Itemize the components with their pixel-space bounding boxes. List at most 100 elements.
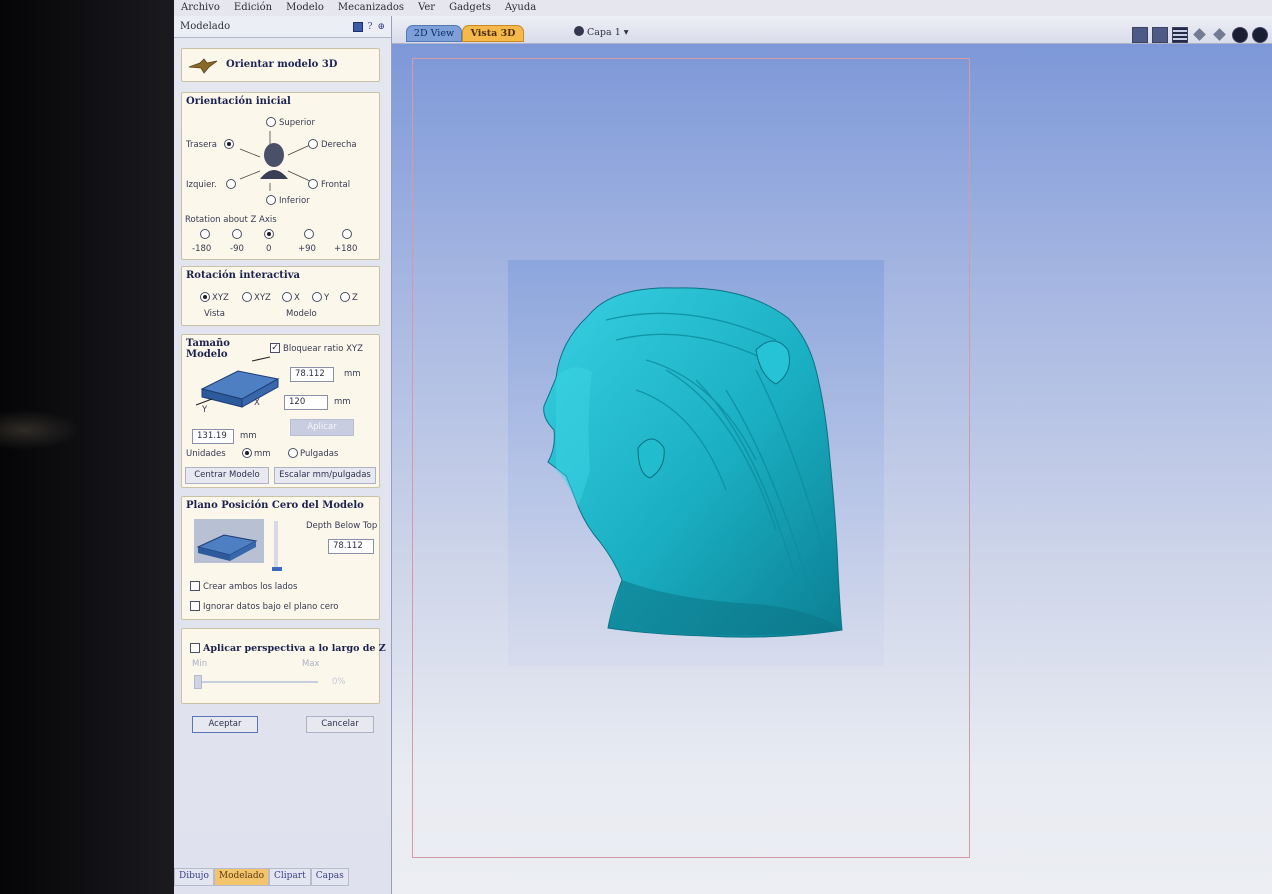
label-superior: Superior [279,118,315,128]
radio-rot-plus180[interactable] [342,229,352,239]
tab-dibujo[interactable]: Dibujo [174,868,214,886]
ignore-below-zero-label: Ignorar datos bajo el plano cero [203,602,339,612]
accept-button[interactable]: Aceptar [192,716,258,733]
zoom-fit-icon[interactable] [1132,27,1148,43]
modeling-panel: Modelado ? ⊕ Orientar modelo 3D Orientac… [174,16,392,894]
y-unit-label: mm [334,397,351,407]
depth-slider-track[interactable] [274,521,278,571]
radio-rot-minus90[interactable] [232,229,242,239]
head-thumbnail-icon [260,143,288,179]
panel-header: Modelado ? ⊕ [174,16,391,38]
label-modelo: Modelo [286,309,317,319]
radio-interactive-xyz-model[interactable] [242,292,252,302]
layer-selector[interactable]: Capa 1 ▾ [574,26,629,38]
3d-head-model[interactable] [526,280,856,650]
radio-interactive-y[interactable] [312,292,322,302]
radio-interactive-xyz-view[interactable] [200,292,210,302]
interactive-rotation-box: Rotación interactiva XYZ XYZ X Y Z Vista… [181,266,380,326]
center-model-button[interactable]: Centrar Modelo [185,467,269,484]
lock-ratio-checkbox[interactable]: ✓ [270,343,280,353]
shading-icon[interactable] [1212,27,1228,43]
z-size-field[interactable]: 78.112 [290,367,334,382]
axis-y-label: Y [202,405,208,415]
apply-size-button[interactable]: Aplicar [290,419,354,436]
menu-modelo[interactable]: Modelo [279,0,331,16]
tab-3d-view[interactable]: Vista 3D [462,25,524,42]
tab-clipart[interactable]: Clipart [269,868,311,886]
depth-below-top-label: Depth Below Top [306,521,378,531]
model-size-box: Tamaño Modelo ✓ Bloquear ratio XYZ Y X 7… [181,334,380,488]
app-window: Archivo Edición Modelo Mecanizados Ver G… [174,0,1272,894]
view-split-icon[interactable] [1152,27,1168,43]
menu-archivo[interactable]: Archivo [174,0,227,16]
menu-edicion[interactable]: Edición [227,0,279,16]
interactive-rotation-title: Rotación interactiva [186,270,300,281]
perspective-slider-handle[interactable] [194,675,202,689]
perspective-max-label: Max [302,659,320,669]
menu-mecanizados[interactable]: Mecanizados [331,0,411,16]
radio-rot-0[interactable] [264,229,274,239]
label-interactive-xyz-view: XYZ [212,293,229,303]
scale-units-button[interactable]: Escalar mm/pulgadas [274,467,376,484]
zoom-in-icon[interactable] [1232,27,1248,43]
menu-ver[interactable]: Ver [411,0,442,16]
perspective-value: 0% [332,677,346,687]
units-label: Unidades [186,449,226,459]
radio-units-inches[interactable] [288,448,298,458]
x-unit-label: mm [240,431,257,441]
create-both-sides-checkbox[interactable] [190,581,200,591]
lock-ratio-label: Bloquear ratio XYZ [283,344,363,354]
zero-plane-box: Plano Posición Cero del Modelo Depth Bel… [181,496,380,620]
label-derecha: Derecha [321,140,357,150]
rot-label-minus180: -180 [192,244,212,254]
radio-trasera[interactable] [224,139,234,149]
panel-title: Modelado [180,21,231,32]
cancel-button[interactable]: Cancelar [306,716,374,733]
perspective-box: Aplicar perspectiva a lo largo de Z Min … [181,628,386,704]
layer-icon [574,26,584,36]
rot-label-0: 0 [266,244,272,254]
menu-gadgets[interactable]: Gadgets [442,0,498,16]
radio-derecha[interactable] [308,139,318,149]
radio-frontal[interactable] [308,179,318,189]
perspective-slider-track[interactable] [198,681,318,683]
perspective-min-label: Min [192,659,208,669]
y-size-field[interactable]: 120 [284,395,328,410]
radio-rot-plus90[interactable] [304,229,314,239]
panel-icon[interactable] [352,21,363,32]
tab-modelado[interactable]: Modelado [213,868,270,886]
grid-icon[interactable] [1172,27,1188,43]
zoom-out-icon[interactable] [1252,27,1268,43]
label-izquierda: Izquier. [186,180,217,190]
orient-model-button[interactable]: Orientar modelo 3D [181,48,380,82]
radio-rot-minus180[interactable] [200,229,210,239]
perspective-label: Aplicar perspectiva a lo largo de Z [203,643,386,654]
units-mm-label: mm [254,449,271,459]
perspective-checkbox[interactable] [190,643,200,653]
label-trasera: Trasera [186,140,218,150]
radio-superior[interactable] [266,117,276,127]
tab-capas[interactable]: Capas [310,868,349,886]
radio-units-mm[interactable] [242,448,252,458]
pin-icon[interactable]: ⊕ [377,22,385,32]
radio-interactive-x[interactable] [282,292,292,302]
depth-slider-handle[interactable] [272,567,282,571]
rot-label-plus90: +90 [298,244,316,254]
axis-x-label: X [254,398,260,408]
depth-below-top-field[interactable]: 78.112 [328,539,374,554]
radio-interactive-z[interactable] [340,292,350,302]
radio-izquierda[interactable] [226,179,236,189]
menu-ayuda[interactable]: Ayuda [498,0,543,16]
x-size-field[interactable]: 131.19 [192,429,234,444]
material-icon[interactable] [1192,27,1208,43]
radio-inferior[interactable] [266,195,276,205]
tab-2d-view[interactable]: 2D View [406,25,462,42]
create-both-sides-label: Crear ambos los lados [203,582,298,592]
3d-viewport[interactable] [392,44,1272,894]
ignore-below-zero-checkbox[interactable] [190,601,200,611]
help-icon[interactable]: ? [368,22,373,32]
bezel-reflection [0,410,80,450]
rot-label-minus90: -90 [230,244,244,254]
label-inferior: Inferior [279,196,310,206]
eagle-icon [188,58,218,74]
